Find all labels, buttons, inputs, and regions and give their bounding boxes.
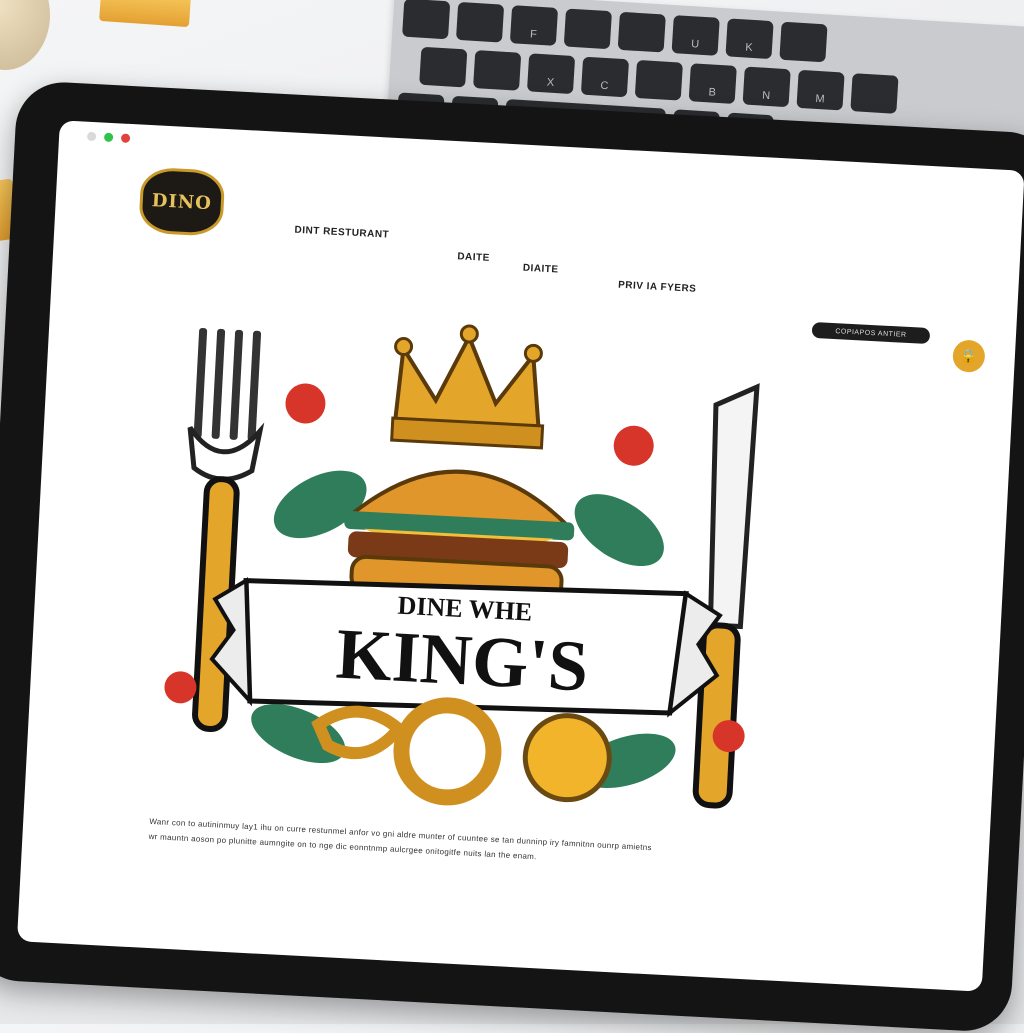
nav-item-plate[interactable]: DIAITE (523, 263, 559, 276)
keyboard-key[interactable] (473, 50, 522, 91)
keyboard-key[interactable]: M (796, 69, 845, 111)
window-dot-close[interactable] (120, 133, 131, 143)
cta-label: COPIAPOS ANTIER (835, 327, 907, 339)
crown-icon (390, 324, 545, 450)
fry (99, 0, 191, 28)
keyboard-key[interactable]: F (509, 5, 559, 46)
tablet: DINO DINT RESTURANT DAITE DIAITE PRIV IA… (0, 80, 1024, 1033)
hero-description: Wanr con to autininmuy lay1 ihu on curre… (148, 814, 749, 875)
keyboard-key[interactable]: C (580, 56, 630, 98)
logo-text: DINO (151, 189, 213, 214)
cart-button[interactable]: 🔒 (952, 339, 986, 373)
cta-button[interactable]: COPIAPOS ANTIER (811, 321, 931, 345)
keyboard-key[interactable] (455, 1, 505, 43)
keyboard-key[interactable]: N (742, 66, 791, 108)
keyboard-key[interactable]: B (688, 63, 737, 104)
lemon-slice (522, 713, 612, 803)
window-controls (86, 131, 131, 143)
keyboard-key[interactable] (419, 46, 468, 88)
nav-item-offers[interactable]: PRIV IA FYERS (618, 280, 697, 295)
snack-bowl (0, 0, 50, 70)
shopping-bag-icon: 🔒 (959, 347, 979, 365)
keyboard-key[interactable] (634, 59, 683, 101)
keyboard-key[interactable] (850, 73, 899, 114)
keyboard-key[interactable]: K (725, 18, 774, 60)
keyboard-key[interactable]: U (671, 15, 720, 56)
keyboard-key[interactable] (617, 11, 666, 53)
nav-item-date[interactable]: DAITE (457, 251, 490, 264)
window-dot-minimize[interactable] (86, 131, 97, 142)
keyboard-key[interactable] (563, 8, 612, 50)
window-dot-maximize[interactable] (103, 132, 114, 143)
burger-icon (344, 469, 575, 603)
keyboard-key[interactable]: X (526, 53, 576, 95)
hero-title: KING'S (334, 614, 590, 707)
browser-screen: DINO DINT RESTURANT DAITE DIAITE PRIV IA… (16, 120, 1024, 992)
keyboard-key[interactable] (402, 0, 451, 40)
hero-illustration: DINE WHE KING'S (164, 324, 760, 809)
keyboard-key[interactable] (779, 21, 828, 63)
site-logo[interactable]: DINO (138, 166, 226, 237)
nav-item-restaurant[interactable]: DINT RESTURANT (294, 225, 389, 241)
